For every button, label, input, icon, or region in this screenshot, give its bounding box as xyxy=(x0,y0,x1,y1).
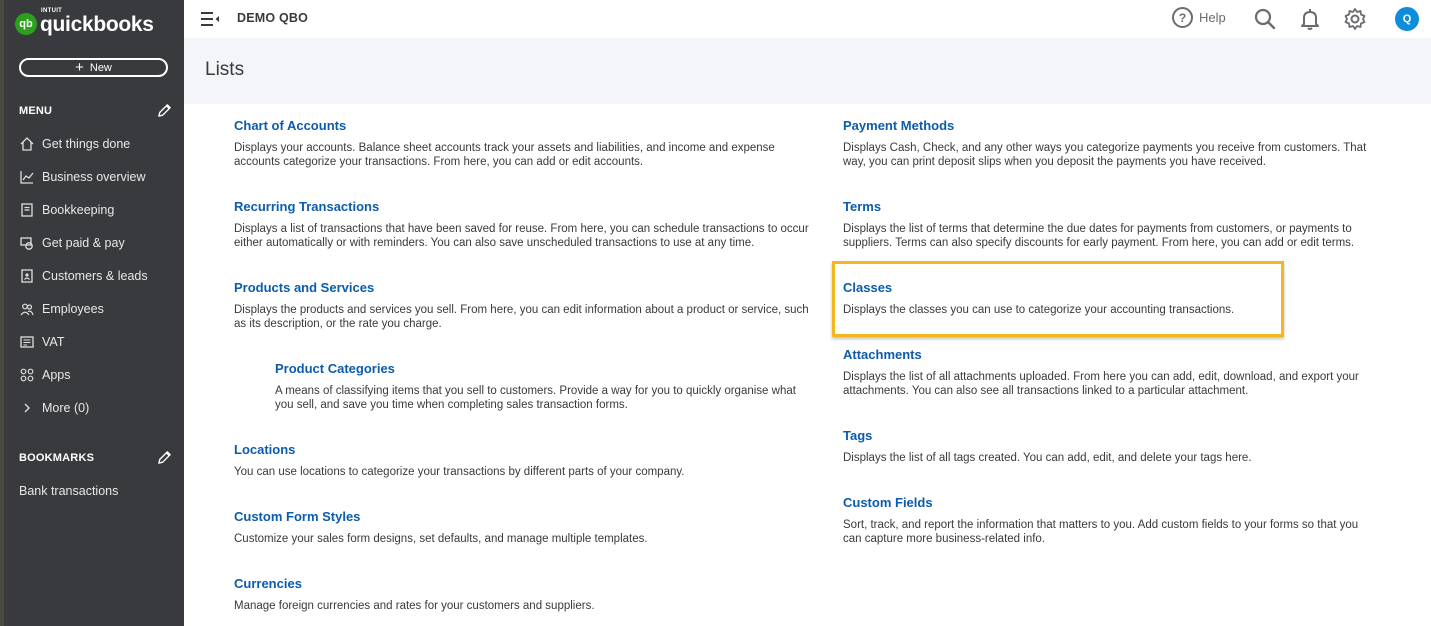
list-link[interactable]: Custom Fields xyxy=(843,495,1358,511)
intuit-label: INTUIT xyxy=(41,8,63,14)
list-item-classes: Classes Displays the classes you can use… xyxy=(843,280,1234,317)
new-button[interactable]: + New xyxy=(19,58,168,77)
bell-icon[interactable] xyxy=(1298,7,1322,31)
list-description: Displays the list of terms that determin… xyxy=(843,223,1355,249)
sidebar: qb INTUIT quickbooks + New MENU Get thin… xyxy=(4,0,184,626)
sidebar-item-label: Customers & leads xyxy=(42,269,148,283)
list-item-currencies: Currencies Manage foreign currencies and… xyxy=(234,576,595,613)
list-description: Customize your sales form designs, set d… xyxy=(234,533,648,545)
chart-line-icon xyxy=(19,169,35,185)
company-name: DEMO QBO xyxy=(237,11,309,25)
list-item-products-and-services: Products and Services Displays the produ… xyxy=(234,280,809,331)
help-icon: ? xyxy=(1172,7,1193,28)
plus-icon: + xyxy=(75,59,84,76)
list-link[interactable]: Products and Services xyxy=(234,280,809,296)
list-description: Displays the products and services you s… xyxy=(234,304,809,330)
help-label: Help xyxy=(1199,10,1226,25)
user-avatar[interactable]: Q xyxy=(1395,7,1419,31)
menu-header: MENU xyxy=(19,105,53,117)
list-link[interactable]: Attachments xyxy=(843,347,1359,363)
list-link[interactable]: Custom Form Styles xyxy=(234,509,648,525)
list-description: Displays Cash, Check, and any other ways… xyxy=(843,142,1367,168)
sidebar-item-more[interactable]: More (0) xyxy=(19,396,179,420)
sidebar-item-label: Bookkeeping xyxy=(42,203,115,217)
new-button-label: New xyxy=(89,61,112,74)
menu-collapse-icon[interactable] xyxy=(200,11,220,27)
list-description: Displays your accounts. Balance sheet ac… xyxy=(234,142,775,168)
sidebar-item-customers-leads[interactable]: Customers & leads xyxy=(19,264,179,288)
list-link[interactable]: Chart of Accounts xyxy=(234,118,775,134)
list-description: A means of classifying items that you se… xyxy=(275,385,796,411)
sidebar-item-label: Get paid & pay xyxy=(42,236,125,250)
list-item-custom-form-styles: Custom Form Styles Customize your sales … xyxy=(234,509,648,546)
list-description: Sort, track, and report the information … xyxy=(843,519,1359,545)
page-title: Lists xyxy=(205,59,245,80)
list-link[interactable]: Locations xyxy=(234,442,684,458)
sidebar-item-get-paid-pay[interactable]: Get paid & pay xyxy=(19,231,179,255)
list-link[interactable]: Product Categories xyxy=(275,361,796,377)
sidebar-item-label: More (0) xyxy=(42,401,90,415)
bookmarks-header: BOOKMARKS xyxy=(19,452,95,464)
list-description: Displays the list of all attachments upl… xyxy=(843,371,1359,397)
sidebar-item-business-overview[interactable]: Business overview xyxy=(19,165,179,189)
book-icon xyxy=(19,202,35,218)
sidebar-item-label: VAT xyxy=(42,335,65,349)
list-description: You can use locations to categorize your… xyxy=(234,466,685,478)
qb-logo-icon: qb xyxy=(15,12,37,35)
tax-icon xyxy=(19,334,35,350)
help-button[interactable]: ? Help xyxy=(1172,7,1226,28)
list-item-tags: Tags Displays the list of all tags creat… xyxy=(843,428,1252,465)
sidebar-item-label: Employees xyxy=(42,302,104,316)
list-description: Manage foreign currencies and rates for … xyxy=(234,600,595,612)
list-item-locations: Locations You can use locations to categ… xyxy=(234,442,684,479)
chevron-right-icon xyxy=(19,400,35,416)
list-item-custom-fields: Custom Fields Sort, track, and report th… xyxy=(843,495,1358,546)
list-link[interactable]: Recurring Transactions xyxy=(234,199,809,215)
payment-icon xyxy=(19,235,35,251)
grid-icon xyxy=(19,367,35,383)
top-bar: DEMO QBO ? Help Q xyxy=(184,0,1431,38)
home-icon xyxy=(19,136,35,152)
quickbooks-logo[interactable]: qb INTUIT quickbooks xyxy=(15,8,154,38)
list-description: Displays a list of transactions that hav… xyxy=(234,223,809,249)
list-link[interactable]: Payment Methods xyxy=(843,118,1366,134)
list-item-product-categories: Product Categories A means of classifyin… xyxy=(275,361,796,412)
list-description: Displays the list of all tags created. Y… xyxy=(843,452,1252,464)
list-item-terms: Terms Displays the list of terms that de… xyxy=(843,199,1354,250)
sidebar-item-apps[interactable]: Apps xyxy=(19,363,179,387)
sidebar-item-label: Get things done xyxy=(42,137,131,151)
sidebar-item-get-things-done[interactable]: Get things done xyxy=(19,132,179,156)
sidebar-item-label: Apps xyxy=(42,368,71,382)
app: qb INTUIT quickbooks + New MENU Get thin… xyxy=(0,0,1431,626)
list-link[interactable]: Tags xyxy=(843,428,1252,444)
page-header: Lists xyxy=(184,38,1431,104)
contacts-icon xyxy=(19,268,35,284)
list-item-recurring-transactions: Recurring Transactions Displays a list o… xyxy=(234,199,809,250)
sidebar-item-employees[interactable]: Employees xyxy=(19,297,179,321)
list-link[interactable]: Terms xyxy=(843,199,1354,215)
list-description: Displays the classes you can use to cate… xyxy=(843,304,1235,316)
sidebar-item-vat[interactable]: VAT xyxy=(19,330,179,354)
list-link[interactable]: Classes xyxy=(843,280,1234,296)
list-item-chart-of-accounts: Chart of Accounts Displays your accounts… xyxy=(234,118,775,169)
pencil-icon[interactable] xyxy=(157,103,172,118)
sidebar-item-bookkeeping[interactable]: Bookkeeping xyxy=(19,198,179,222)
list-link[interactable]: Currencies xyxy=(234,576,595,592)
pencil-icon[interactable] xyxy=(157,450,172,465)
list-item-attachments: Attachments Displays the list of all att… xyxy=(843,347,1359,398)
gear-icon[interactable] xyxy=(1343,7,1367,31)
search-icon[interactable] xyxy=(1253,7,1277,31)
sidebar-item-label: Business overview xyxy=(42,170,146,184)
list-item-payment-methods: Payment Methods Displays Cash, Check, an… xyxy=(843,118,1366,169)
bookmark-bank-transactions[interactable]: Bank transactions xyxy=(19,484,118,498)
people-icon xyxy=(19,301,35,317)
